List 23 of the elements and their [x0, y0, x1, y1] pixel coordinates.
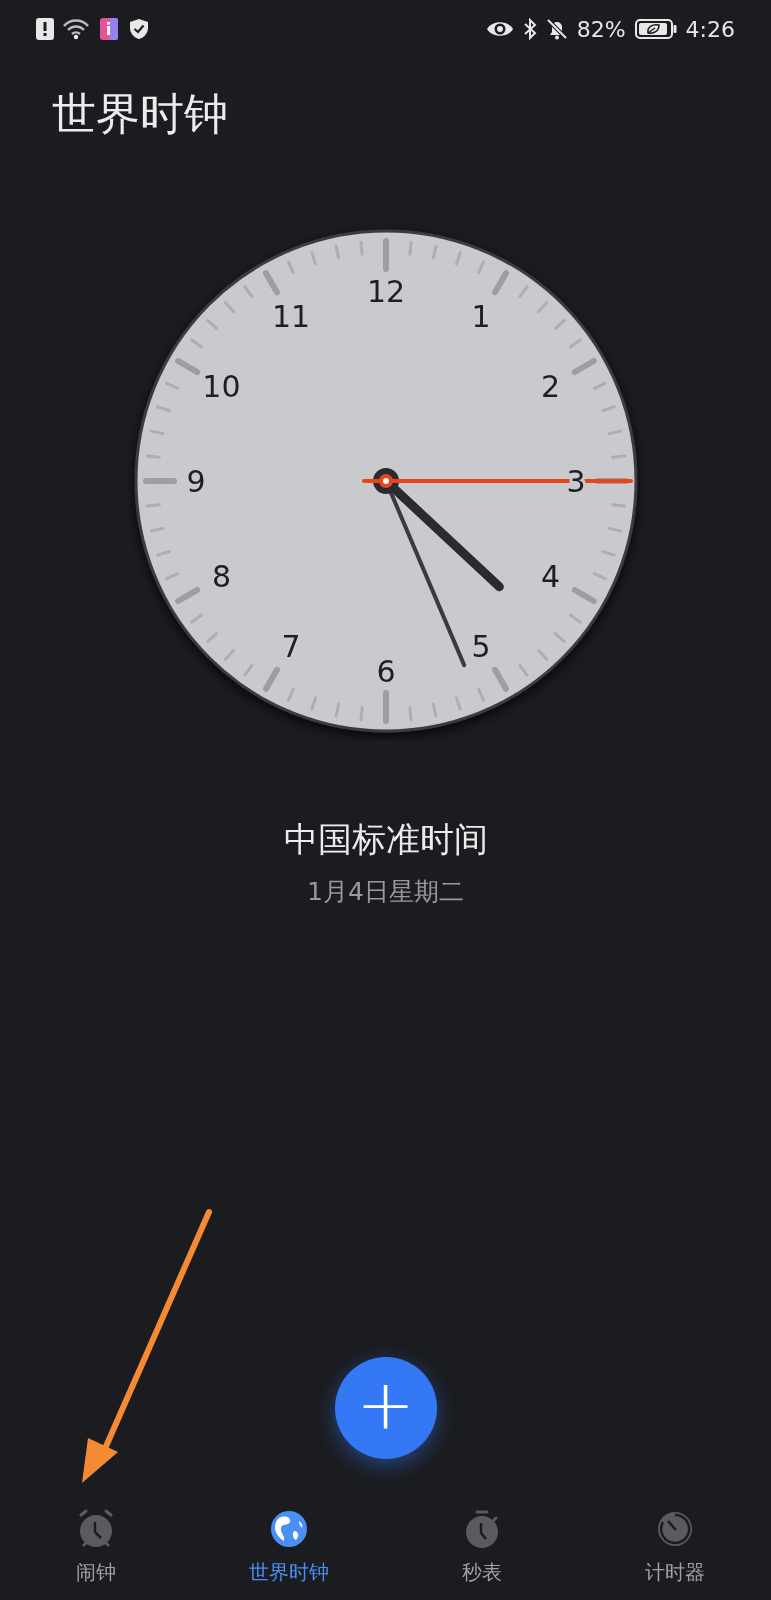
battery-icon [634, 18, 677, 40]
eye-icon [485, 19, 514, 39]
tab[interactable]: 计时器 [594, 1509, 755, 1586]
tab[interactable]: 世界时钟 [209, 1509, 370, 1586]
clock-time: 4:26 [685, 16, 735, 42]
battery-percent: 82% [576, 16, 626, 42]
wifi-icon [63, 18, 89, 40]
tab[interactable]: 秒表 [401, 1509, 562, 1586]
shield-icon [129, 18, 149, 40]
tab-label: 世界时钟 [249, 1559, 330, 1586]
alert-icon [36, 18, 54, 40]
bluetooth-icon [522, 18, 537, 40]
add-button[interactable]: + [334, 1357, 437, 1459]
city-date: 1月4日星期二 [306, 875, 465, 908]
tab-label: 闹钟 [76, 1559, 117, 1586]
tab[interactable]: 闹钟 [16, 1509, 177, 1586]
city-name: 中国标准时间 [282, 817, 489, 861]
muted-bell-icon [545, 18, 568, 40]
tab-label: 秒表 [461, 1559, 502, 1586]
globe-icon [269, 1509, 310, 1549]
page-title: 世界时钟 [51, 87, 229, 141]
tab-label: 计时器 [644, 1559, 705, 1586]
app-icon [98, 17, 120, 41]
